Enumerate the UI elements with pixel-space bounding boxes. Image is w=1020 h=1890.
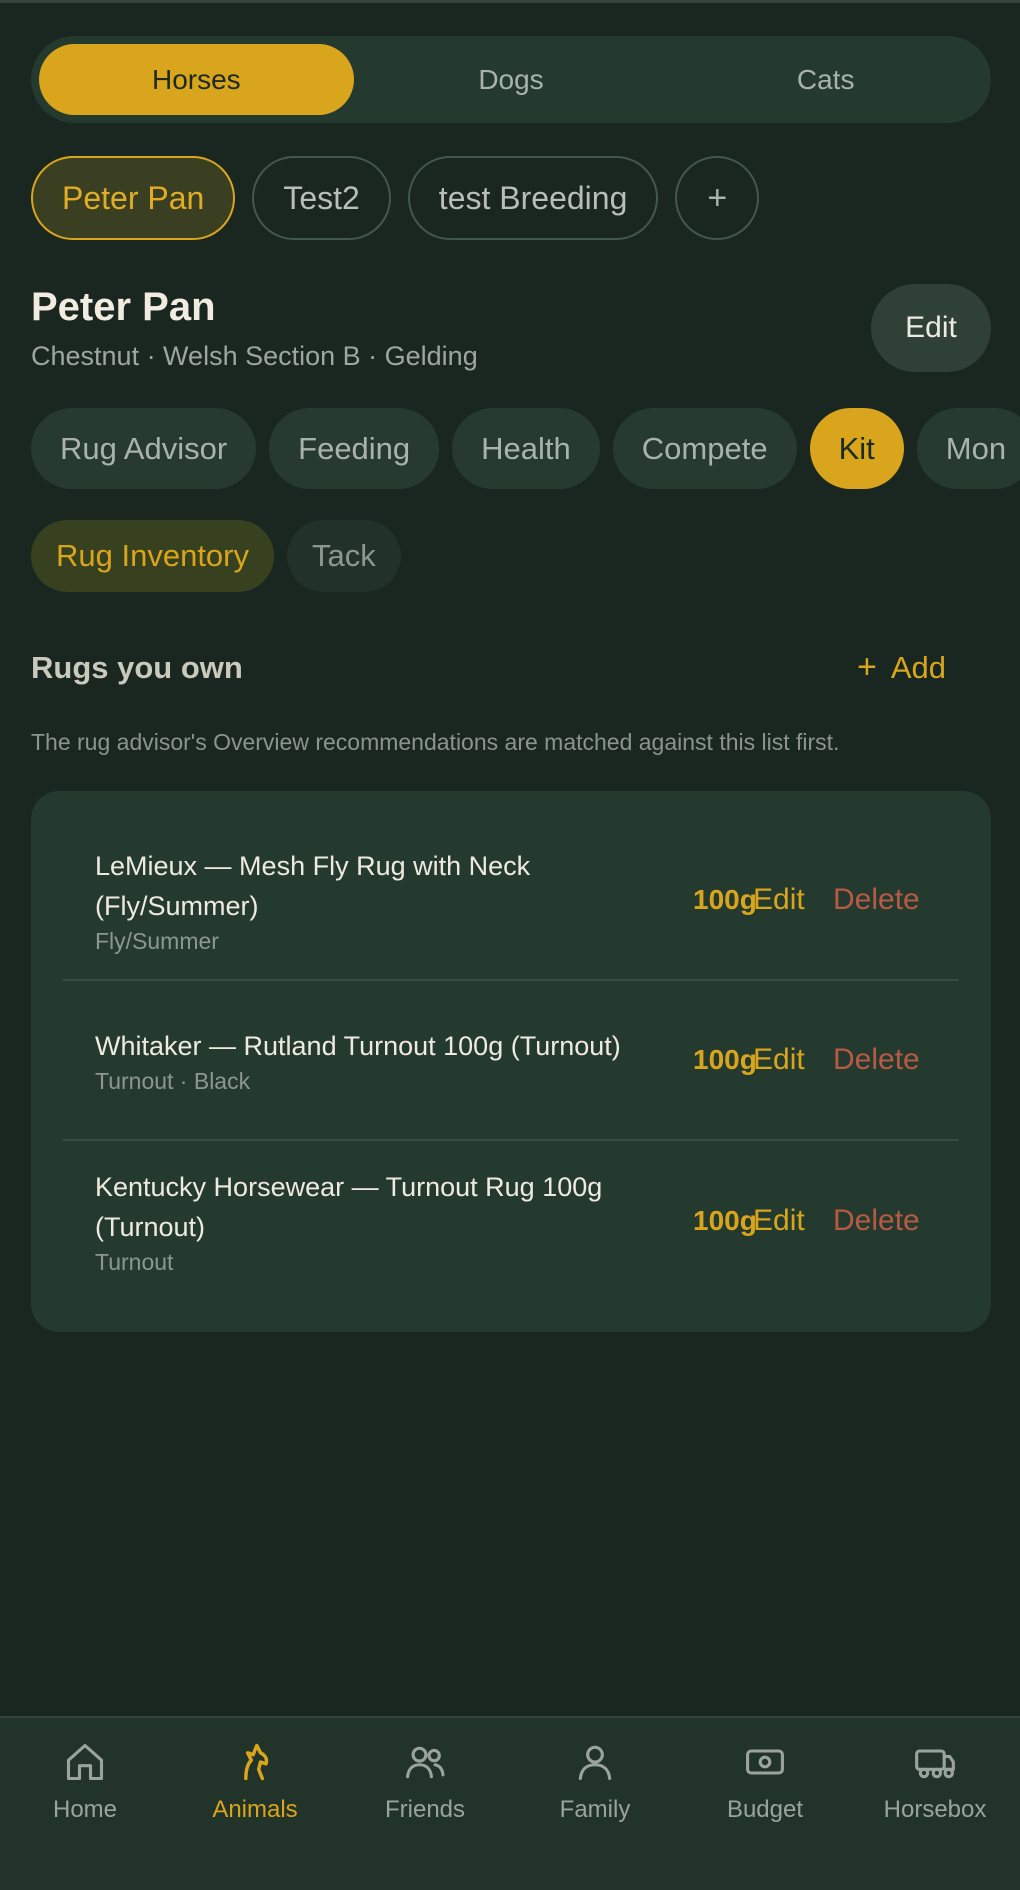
list-item: Whitaker — Rutland Turnout 100g (Turnout… <box>63 981 959 1141</box>
rug-weight: 100g <box>693 1205 757 1236</box>
edit-rug-button[interactable]: Edit <box>753 1204 805 1238</box>
nav-horsebox[interactable]: Horsebox <box>850 1718 1020 1890</box>
rug-weight: 100g <box>693 884 757 915</box>
list-item: Kentucky Horsewear — Turnout Rug 100g (T… <box>63 1141 959 1301</box>
nav-label: Animals <box>212 1796 298 1823</box>
delete-rug-button[interactable]: Delete <box>833 1043 920 1077</box>
rug-text: Kentucky Horsewear — Turnout Rug 100g (T… <box>95 1167 655 1276</box>
section-tabs: Rug Advisor Feeding Health Compete Kit M… <box>31 408 1020 489</box>
home-icon <box>66 1743 104 1781</box>
edit-rug-button[interactable]: Edit <box>753 883 805 917</box>
rug-meta: Turnout <box>95 1248 174 1275</box>
rug-meta: Fly/Summer <box>95 927 219 954</box>
rug-list: LeMieux — Mesh Fly Rug with Neck (Fly/Su… <box>31 791 991 1332</box>
tab-kit[interactable]: Kit <box>809 408 904 489</box>
rug-name: Whitaker — Rutland Turnout 100g (Turnout… <box>95 1030 621 1061</box>
animal-name: Peter Pan <box>31 285 216 329</box>
rug-meta: Turnout · Black <box>95 1067 251 1094</box>
animal-selector: Peter Pan Test2 test Breeding + <box>31 156 760 240</box>
money-icon <box>746 1749 784 1775</box>
tab-health[interactable]: Health <box>452 408 600 489</box>
edit-animal-button[interactable]: Edit <box>871 284 991 372</box>
horsebox-icon <box>915 1749 955 1779</box>
edit-rug-button[interactable]: Edit <box>753 1043 805 1077</box>
nav-label: Budget <box>726 1796 804 1823</box>
rug-name: LeMieux — Mesh Fly Rug with Neck (Fly/Su… <box>95 850 531 921</box>
tab-rug-advisor[interactable]: Rug Advisor <box>31 408 257 489</box>
animal-details: Chestnut · Welsh Section B · Gelding <box>31 341 478 371</box>
nav-label: Home <box>52 1796 118 1823</box>
tab-cats[interactable]: Cats <box>668 44 983 115</box>
nav-label: Horsebox <box>883 1796 987 1823</box>
plus-icon: + <box>857 648 877 686</box>
nav-friends[interactable]: Friends <box>340 1718 510 1890</box>
species-switcher: Horses Dogs Cats <box>31 36 991 123</box>
rug-name: Kentucky Horsewear — Turnout Rug 100g (T… <box>95 1171 603 1242</box>
list-item: LeMieux — Mesh Fly Rug with Neck (Fly/Su… <box>63 821 959 981</box>
animal-chip-test-breeding[interactable]: test Breeding <box>407 156 659 240</box>
subtab-rug-inventory[interactable]: Rug Inventory <box>31 520 274 592</box>
nav-animals[interactable]: Animals <box>170 1718 340 1890</box>
horse-icon <box>244 1743 269 1781</box>
info-text: The rug advisor's Overview recommendatio… <box>31 729 840 755</box>
rug-weight: 100g <box>693 1044 757 1075</box>
app-screen: Horses Dogs Cats Peter Pan Test2 test Br… <box>0 0 1020 1890</box>
nav-label: Family <box>559 1796 631 1823</box>
add-label: Add <box>890 649 947 685</box>
delete-rug-button[interactable]: Delete <box>833 1204 920 1238</box>
animal-chip-peter-pan[interactable]: Peter Pan <box>31 156 236 240</box>
friends-icon <box>406 1746 445 1779</box>
nav-budget[interactable]: Budget <box>680 1718 850 1890</box>
animal-chip-test2[interactable]: Test2 <box>252 156 391 240</box>
tab-horses[interactable]: Horses <box>39 44 354 115</box>
tab-feeding[interactable]: Feeding <box>269 408 440 489</box>
nav-family[interactable]: Family <box>510 1718 680 1890</box>
rug-text: Whitaker — Rutland Turnout 100g (Turnout… <box>95 1026 655 1095</box>
section-title: Rugs you own <box>31 650 243 685</box>
add-rug-button[interactable]: + Add <box>857 648 946 687</box>
top-divider <box>0 0 1020 3</box>
tab-compete[interactable]: Compete <box>612 408 797 489</box>
delete-rug-button[interactable]: Delete <box>833 883 920 917</box>
nav-home[interactable]: Home <box>0 1718 170 1890</box>
tab-dogs[interactable]: Dogs <box>354 44 669 115</box>
subtab-tack[interactable]: Tack <box>287 520 401 592</box>
add-animal-button[interactable]: + <box>675 156 760 240</box>
kit-sub-tabs: Rug Inventory Tack <box>31 520 401 592</box>
tab-mon[interactable]: Mon <box>916 408 1020 489</box>
rug-text: LeMieux — Mesh Fly Rug with Neck (Fly/Su… <box>95 846 655 955</box>
person-icon <box>578 1745 612 1781</box>
bottom-nav: Home Animals Friends Family Budget Horse… <box>0 1716 1020 1890</box>
nav-label: Friends <box>384 1796 466 1823</box>
